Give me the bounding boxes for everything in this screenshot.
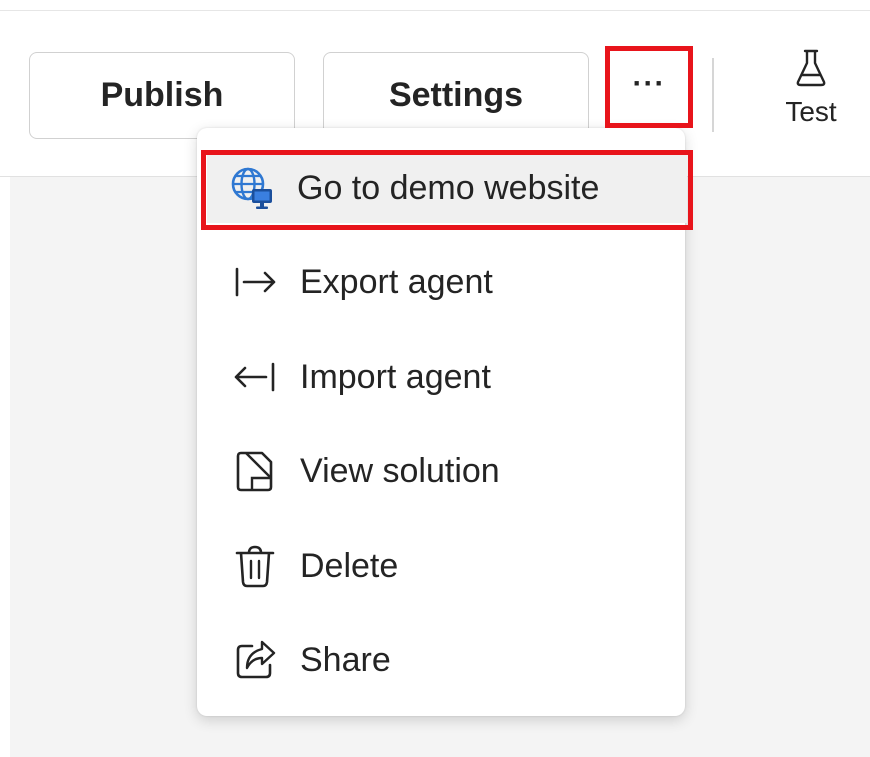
menu-item-delete[interactable]: Delete [210,531,687,601]
settings-button[interactable]: Settings [323,52,589,139]
settings-button-label: Settings [388,76,524,114]
solution-icon [230,446,280,496]
publish-button-label: Publish [100,76,224,114]
arrow-import-icon [230,352,280,402]
content-left-strip [0,177,10,757]
publish-button[interactable]: Publish [29,52,295,139]
menu-item-export-agent[interactable]: Export agent [210,247,687,317]
menu-item-label: Delete [300,546,399,585]
share-icon [230,635,280,685]
menu-item-label: View solution [300,451,500,490]
menu-item-view-solution[interactable]: View solution [210,436,687,506]
menu-item-label: Share [300,640,391,679]
more-options-menu: Go to demo website Export agent Import a… [197,128,687,716]
app-window: Publish Settings ··· Test Go to demo web… [0,0,870,757]
test-button-label: Test [785,96,837,127]
trash-icon [230,541,280,591]
globe-monitor-icon [227,163,277,213]
menu-item-label: Go to demo website [297,168,600,207]
more-options-icon: ··· [632,67,666,100]
flask-icon [796,49,826,87]
more-options-button[interactable]: ··· [605,46,693,128]
menu-item-go-to-demo-website[interactable]: Go to demo website [207,153,687,223]
menu-item-label: Export agent [300,262,493,301]
menu-item-share[interactable]: Share [210,625,687,695]
toolbar-separator [712,58,714,132]
test-button[interactable]: Test [770,44,852,144]
menu-item-import-agent[interactable]: Import agent [210,342,687,412]
arrow-export-icon [230,257,280,307]
menu-item-label: Import agent [300,357,491,396]
